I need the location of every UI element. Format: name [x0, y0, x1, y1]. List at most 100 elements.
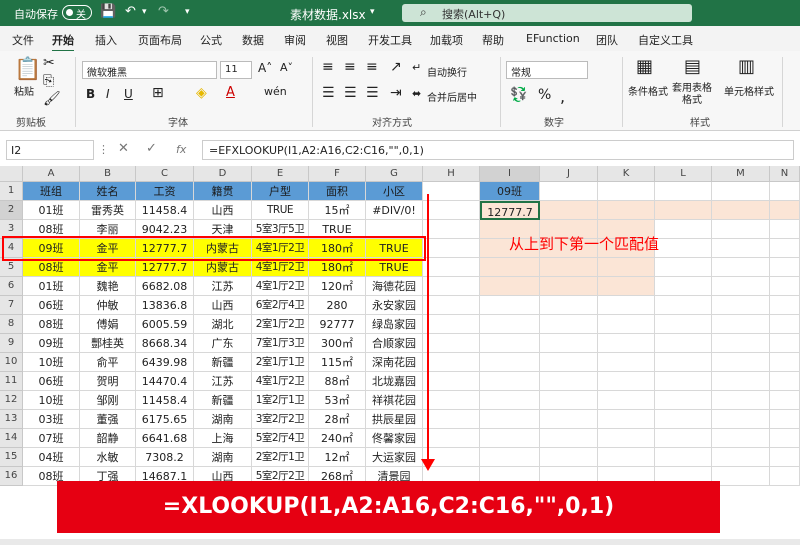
tab-view[interactable]: 视图	[326, 32, 348, 48]
grid-cell[interactable]	[655, 220, 712, 239]
italic-icon[interactable]: I	[106, 87, 110, 101]
grid-cell[interactable]	[540, 448, 598, 467]
grid-cell[interactable]	[423, 391, 480, 410]
grid-cell[interactable]	[480, 315, 540, 334]
data-cell[interactable]: 绿岛家园	[366, 315, 423, 334]
data-cell[interactable]: 53㎡	[309, 391, 366, 410]
grid-cell[interactable]	[770, 353, 800, 372]
data-cell[interactable]: #DIV/0!	[366, 201, 423, 220]
conditional-format-icon[interactable]: ▦	[636, 56, 653, 77]
row-header-8[interactable]: 8	[0, 315, 23, 334]
data-cell[interactable]: TRUE	[252, 201, 309, 220]
align-left-icon[interactable]: ☰	[322, 85, 335, 101]
grid-cell[interactable]	[770, 296, 800, 315]
column-header-i[interactable]: I	[480, 166, 540, 182]
tab-help[interactable]: 帮助	[482, 32, 504, 48]
data-cell[interactable]: 4室1厅2卫	[252, 277, 309, 296]
grid-cell[interactable]	[423, 220, 480, 239]
grid-cell[interactable]	[598, 391, 655, 410]
data-cell[interactable]: 广东	[194, 334, 252, 353]
decrease-font-icon[interactable]: A˅	[280, 61, 293, 74]
insert-function-icon[interactable]: fx	[176, 143, 186, 156]
data-cell[interactable]: 新疆	[194, 391, 252, 410]
data-cell[interactable]: 湖南	[194, 448, 252, 467]
data-cell[interactable]: 28㎡	[309, 410, 366, 429]
grid-cell[interactable]	[712, 334, 770, 353]
select-all-corner[interactable]	[0, 166, 23, 182]
wrap-text-icon[interactable]: ↵	[412, 61, 421, 74]
tab-custom-tools[interactable]: 自定义工具	[638, 32, 693, 48]
grid-cell[interactable]	[655, 410, 712, 429]
row-header-12[interactable]: 12	[0, 391, 23, 410]
grid-cell[interactable]	[655, 353, 712, 372]
formula-input[interactable]: =EFXLOOKUP(I1,A2:A16,C2:C16,"",0,1)	[202, 140, 794, 160]
grid-cell[interactable]	[770, 182, 800, 201]
name-box-dropdown-icon[interactable]: ⋮	[98, 143, 109, 156]
data-cell[interactable]: 江苏	[194, 277, 252, 296]
grid-cell[interactable]	[770, 467, 800, 486]
grid-cell[interactable]	[540, 372, 598, 391]
data-cell[interactable]: 董强	[80, 410, 136, 429]
grid-cell[interactable]	[770, 410, 800, 429]
phonetic-icon[interactable]: wén	[264, 85, 287, 98]
row-header-14[interactable]: 14	[0, 429, 23, 448]
grid-cell[interactable]	[423, 277, 480, 296]
grid-cell[interactable]	[770, 391, 800, 410]
number-format-select[interactable]: 常规	[506, 61, 588, 79]
data-cell[interactable]: 6175.65	[136, 410, 194, 429]
data-cell[interactable]: 韶静	[80, 429, 136, 448]
grid-cell[interactable]	[770, 429, 800, 448]
data-cell[interactable]: 北垅嘉园	[366, 372, 423, 391]
data-cell[interactable]: 04班	[23, 448, 80, 467]
conditional-format-button[interactable]: 条件格式	[628, 83, 668, 98]
column-header-c[interactable]: C	[136, 166, 194, 182]
tab-home[interactable]: 开始	[52, 32, 74, 52]
align-bottom-icon[interactable]: ≡	[366, 59, 378, 75]
save-icon[interactable]: 💾	[100, 5, 116, 19]
font-name-select[interactable]: 微软雅黑	[82, 61, 217, 79]
grid-cell[interactable]	[655, 182, 712, 201]
data-cell[interactable]: 115㎡	[309, 353, 366, 372]
data-cell[interactable]: 海德花园	[366, 277, 423, 296]
tab-team[interactable]: 团队	[596, 32, 618, 48]
cut-icon[interactable]: ✂	[43, 55, 55, 71]
cancel-icon[interactable]: ✕	[118, 141, 129, 156]
data-cell[interactable]: 山西	[194, 201, 252, 220]
data-cell[interactable]: 江苏	[194, 372, 252, 391]
tab-insert[interactable]: 插入	[95, 32, 117, 48]
column-header-g[interactable]: G	[366, 166, 423, 182]
grid-cell[interactable]	[712, 258, 770, 277]
data-cell[interactable]: 09班	[23, 334, 80, 353]
data-cell[interactable]: 祥祺花园	[366, 391, 423, 410]
row-header-11[interactable]: 11	[0, 372, 23, 391]
row-header-15[interactable]: 15	[0, 448, 23, 467]
grid-cell[interactable]	[712, 220, 770, 239]
data-cell[interactable]: 10班	[23, 391, 80, 410]
grid-cell[interactable]	[655, 277, 712, 296]
grid-cell[interactable]	[770, 277, 800, 296]
grid-cell[interactable]	[480, 258, 540, 277]
grid-cell[interactable]	[423, 372, 480, 391]
data-cell[interactable]: 01班	[23, 201, 80, 220]
grid-cell[interactable]	[540, 410, 598, 429]
grid-cell[interactable]	[770, 334, 800, 353]
data-cell[interactable]: 03班	[23, 410, 80, 429]
paste-icon[interactable]: 📋	[14, 57, 41, 82]
column-header-h[interactable]: H	[423, 166, 480, 182]
align-middle-icon[interactable]: ≡	[344, 59, 356, 75]
grid-cell[interactable]	[480, 410, 540, 429]
grid-cell[interactable]	[423, 182, 480, 201]
grid-cell[interactable]	[712, 296, 770, 315]
grid-cell[interactable]	[598, 201, 655, 220]
border-icon[interactable]: ⊞	[152, 85, 164, 101]
data-cell[interactable]: 280	[309, 296, 366, 315]
data-cell[interactable]: 山西	[194, 296, 252, 315]
data-cell[interactable]: 魏艳	[80, 277, 136, 296]
data-cell[interactable]: 6005.59	[136, 315, 194, 334]
data-cell[interactable]: 6682.08	[136, 277, 194, 296]
grid-cell[interactable]	[598, 410, 655, 429]
undo-icon[interactable]: ↶	[125, 5, 136, 19]
row-header-6[interactable]: 6	[0, 277, 23, 296]
grid-cell[interactable]	[598, 277, 655, 296]
data-cell[interactable]: 2室2厅1卫	[252, 448, 309, 467]
